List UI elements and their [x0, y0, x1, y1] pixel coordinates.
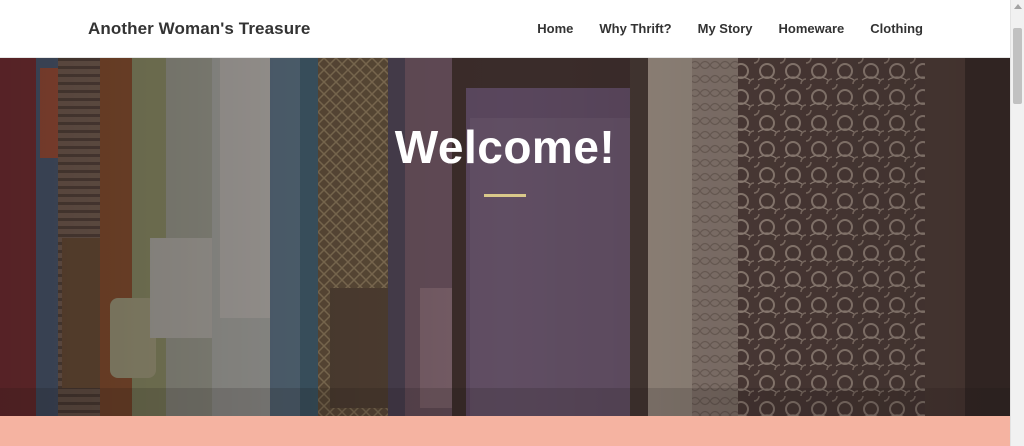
hero-overlay: [0, 58, 1010, 416]
hero-divider: [484, 194, 526, 197]
nav-clothing[interactable]: Clothing: [870, 21, 923, 36]
hero-title: Welcome!: [394, 121, 616, 173]
next-section-band: [0, 416, 1010, 446]
scrollbar-thumb[interactable]: [1013, 28, 1022, 104]
site-brand[interactable]: Another Woman's Treasure: [88, 19, 310, 39]
page: Another Woman's Treasure Home Why Thrift…: [0, 0, 1024, 446]
nav-why-thrift[interactable]: Why Thrift?: [599, 21, 671, 36]
main-nav: Home Why Thrift? My Story Homeware Cloth…: [537, 21, 923, 36]
nav-home[interactable]: Home: [537, 21, 573, 36]
nav-homeware[interactable]: Homeware: [779, 21, 845, 36]
navbar: Another Woman's Treasure Home Why Thrift…: [0, 0, 1010, 58]
nav-my-story[interactable]: My Story: [698, 21, 753, 36]
vertical-scrollbar[interactable]: [1010, 0, 1024, 446]
hero-section: Welcome!: [0, 58, 1010, 416]
hero-content: Welcome!: [0, 120, 1010, 197]
scroll-up-arrow-icon[interactable]: [1014, 4, 1022, 9]
